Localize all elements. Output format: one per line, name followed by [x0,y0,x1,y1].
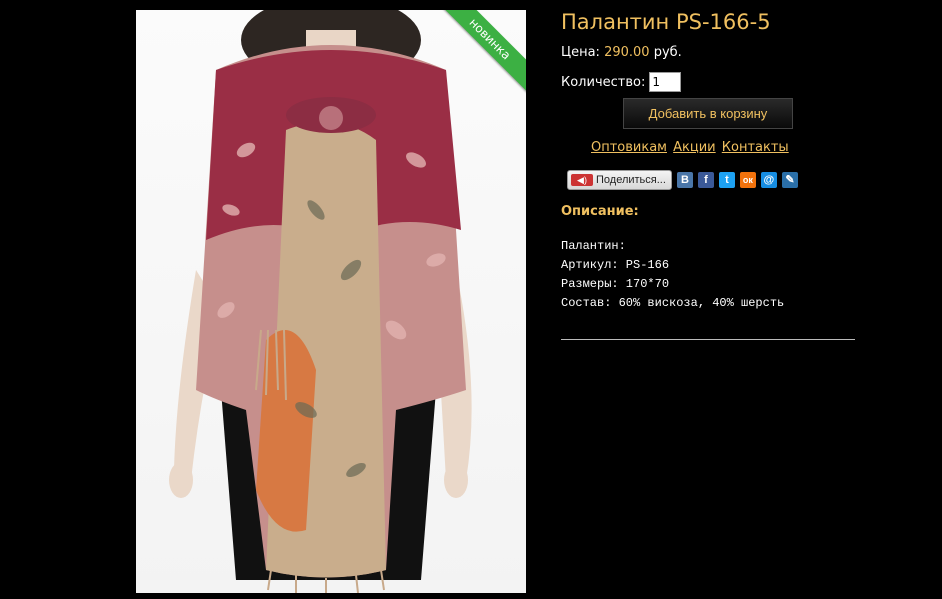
facebook-icon[interactable]: f [697,172,714,188]
megaphone-icon: ◀) [571,174,593,186]
quantity-label: Количество: [561,74,646,90]
quantity-row: Количество: [561,72,682,92]
quantity-input[interactable] [649,72,682,92]
link-promotions[interactable]: Акции [673,140,716,155]
info-links: Оптовикам Акции Контакты [591,140,791,155]
livejournal-icon[interactable]: ✎ [781,172,798,188]
price-value: 290.00 [604,45,650,60]
twitter-icon[interactable]: t [718,172,735,188]
share-button[interactable]: ◀) Поделиться... [567,170,672,190]
description-text: Палантин: Артикул: PS-166 Размеры: 170*7… [561,237,784,313]
share-bar: ◀) Поделиться... В f t ок @ ✎ [567,170,798,190]
description-line: Палантин: [561,239,626,253]
price-currency: руб. [653,45,682,60]
product-photo-illustration [169,10,472,593]
price-label: Цена: [561,45,600,60]
product-title: Палантин PS-166-5 [561,10,771,34]
description-line: Артикул: PS-166 [561,258,670,272]
share-label: Поделиться... [596,174,666,186]
divider [561,339,855,340]
product-photo[interactable]: новинка [136,10,526,593]
link-wholesale[interactable]: Оптовикам [591,140,667,155]
mailru-icon[interactable]: @ [760,172,777,188]
vkontakte-icon[interactable]: В [676,172,693,188]
description-heading: Описание: [561,204,639,219]
link-contacts[interactable]: Контакты [722,140,789,155]
odnoklassniki-icon[interactable]: ок [739,172,756,188]
description-line: Состав: 60% вискоза, 40% шерсть [561,296,785,310]
description-line: Размеры: 170*70 [561,277,670,291]
price-row: Цена: 290.00 руб. [561,45,682,60]
add-to-cart-button[interactable]: Добавить в корзину [623,98,793,129]
